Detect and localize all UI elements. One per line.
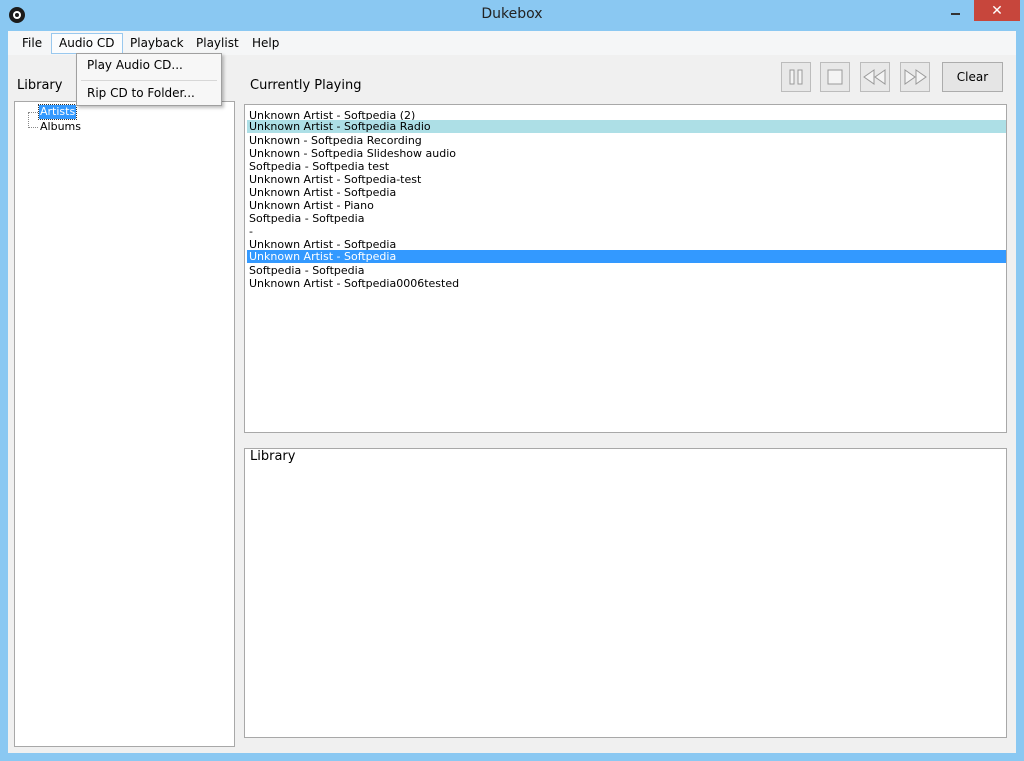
menu-playback[interactable]: Playback	[123, 34, 191, 53]
tree-connector	[28, 127, 38, 128]
playlist-row[interactable]: -	[247, 225, 1006, 238]
menu-separator	[81, 80, 217, 81]
window-title: Dukebox	[481, 6, 543, 22]
pause-icon	[789, 69, 803, 85]
close-button[interactable]: ✕	[974, 0, 1020, 21]
app-window: Dukebox ✕ File Audio CD Playback Playlis…	[0, 0, 1024, 761]
currently-playing-list[interactable]: Unknown Artist - Softpedia (2) Unknown A…	[244, 104, 1007, 433]
audio-cd-dropdown: Play Audio CD... Rip CD to Folder...	[76, 53, 222, 106]
playlist-row[interactable]: Softpedia - Softpedia	[247, 264, 1006, 277]
tree-connector	[28, 112, 38, 113]
fast-forward-icon	[904, 69, 927, 85]
fast-forward-button[interactable]	[900, 62, 930, 92]
library-panel[interactable]	[244, 448, 1007, 738]
playlist-row[interactable]: Unknown Artist - Softpedia	[247, 186, 1006, 199]
playlist-row[interactable]: Softpedia - Softpedia	[247, 212, 1006, 225]
library-label: Library	[17, 78, 63, 93]
library-panel-label: Library	[247, 449, 299, 464]
library-tree[interactable]	[14, 101, 235, 747]
playlist-row[interactable]: Unknown Artist - Softpedia Radio	[247, 120, 1006, 133]
tree-item-albums[interactable]: Albums	[39, 120, 82, 134]
title-bar[interactable]: Dukebox ✕	[0, 0, 1024, 31]
currently-playing-label: Currently Playing	[250, 78, 362, 93]
stop-button[interactable]	[820, 62, 850, 92]
menu-item-play-audio-cd[interactable]: Play Audio CD...	[77, 54, 221, 76]
rewind-button[interactable]	[860, 62, 890, 92]
menu-item-rip-cd[interactable]: Rip CD to Folder...	[77, 82, 221, 104]
menu-audio-cd[interactable]: Audio CD	[51, 33, 123, 54]
playlist-row[interactable]: Softpedia - Softpedia test	[247, 160, 1006, 173]
playlist-row[interactable]: Unknown - Softpedia Slideshow audio	[247, 147, 1006, 160]
playlist-row[interactable]: Unknown Artist - Softpedia0006tested	[247, 277, 1006, 290]
playlist-row[interactable]: Unknown Artist - Softpedia	[247, 250, 1006, 263]
playlist-row[interactable]: Unknown Artist - Softpedia-test	[247, 173, 1006, 186]
rewind-icon	[863, 69, 886, 85]
playlist-row[interactable]: Unknown Artist - Piano	[247, 199, 1006, 212]
minimize-button[interactable]	[942, 0, 968, 21]
clear-button[interactable]: Clear	[942, 62, 1003, 92]
menu-bar: File Audio CD Playback Playlist Help	[8, 31, 1016, 55]
pause-button[interactable]	[781, 62, 811, 92]
tree-connector	[28, 112, 29, 128]
menu-playlist[interactable]: Playlist	[189, 34, 246, 53]
tree-item-artists[interactable]: Artists	[37, 104, 78, 120]
menu-file[interactable]: File	[15, 34, 49, 53]
playlist-row[interactable]: Unknown - Softpedia Recording	[247, 134, 1006, 147]
stop-icon	[827, 69, 843, 85]
menu-help[interactable]: Help	[245, 34, 286, 53]
